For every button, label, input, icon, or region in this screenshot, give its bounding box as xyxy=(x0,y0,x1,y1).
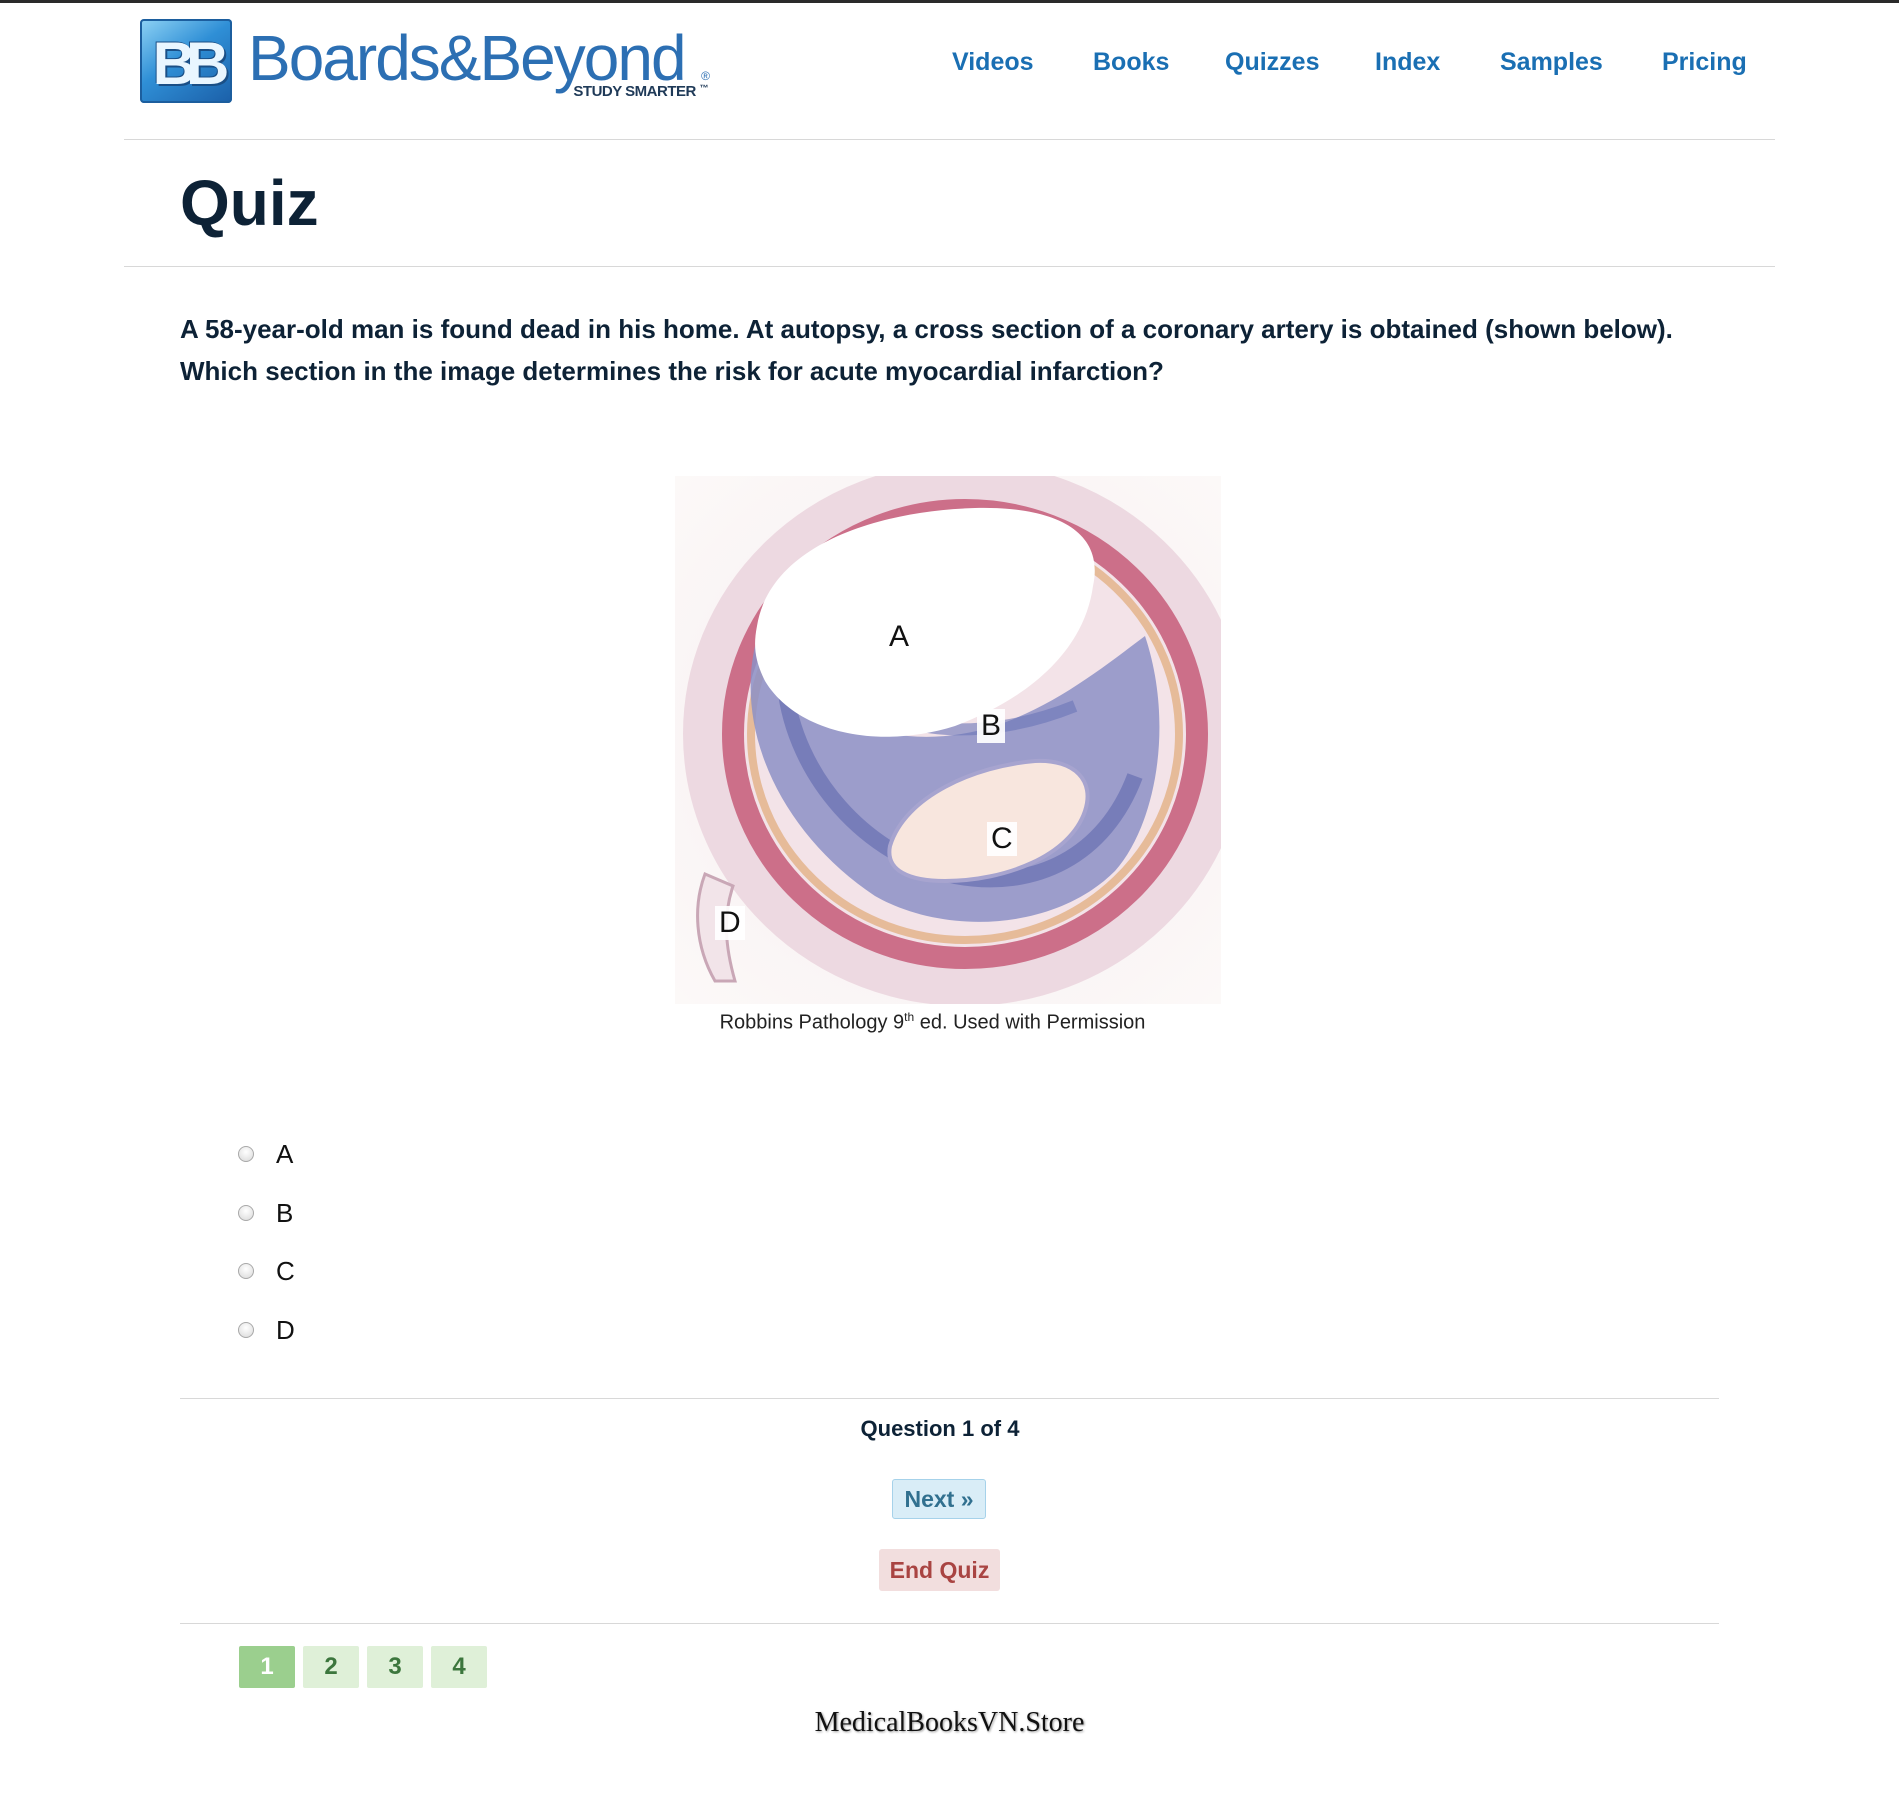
pagination-divider xyxy=(180,1623,1719,1624)
top-border xyxy=(0,0,1899,3)
radio-c[interactable] xyxy=(238,1263,254,1279)
question-pagination: 1 2 3 4 xyxy=(239,1646,495,1688)
option-label: D xyxy=(276,1314,295,1345)
figure-label-a: A xyxy=(885,620,914,654)
radio-b[interactable] xyxy=(238,1205,254,1221)
figure-caption: Robbins Pathology 9th ed. Used with Perm… xyxy=(719,1010,1146,1034)
end-quiz-button[interactable]: End Quiz xyxy=(879,1549,1000,1591)
nav-index[interactable]: Index xyxy=(1375,48,1440,77)
figure-label-d: D xyxy=(715,906,745,940)
logo-mark-icon: BB xyxy=(140,18,232,103)
logo-registered-mark: ® xyxy=(701,68,710,83)
site-logo[interactable]: BB Boards&Beyond ® STUDY SMARTER ™ xyxy=(140,18,710,103)
coronary-artery-figure: A B C D xyxy=(675,476,1221,1004)
option-label: C xyxy=(276,1255,295,1286)
question-text: A 58-year-old man is found dead in his h… xyxy=(180,314,1673,386)
radio-d[interactable] xyxy=(238,1322,254,1338)
answer-option-d[interactable]: D xyxy=(238,1315,295,1345)
page-button-1[interactable]: 1 xyxy=(239,1646,295,1688)
nav-quizzes[interactable]: Quizzes xyxy=(1225,48,1319,77)
nav-samples[interactable]: Samples xyxy=(1500,48,1603,77)
header-divider xyxy=(124,139,1775,140)
option-label: B xyxy=(276,1197,294,1228)
nav-books[interactable]: Books xyxy=(1093,48,1169,77)
page-button-3[interactable]: 3 xyxy=(367,1646,423,1688)
logo-tagline: STUDY SMARTER ™ xyxy=(573,82,708,100)
answer-option-b[interactable]: B xyxy=(238,1198,293,1228)
title-divider xyxy=(124,266,1775,267)
page-button-4[interactable]: 4 xyxy=(431,1646,487,1688)
nav-videos[interactable]: Videos xyxy=(952,48,1034,77)
radio-a[interactable] xyxy=(238,1146,254,1162)
figure-label-b: B xyxy=(977,709,1006,743)
answer-option-a[interactable]: A xyxy=(238,1139,293,1169)
page-button-2[interactable]: 2 xyxy=(303,1646,359,1688)
next-button[interactable]: Next » xyxy=(892,1479,986,1519)
answer-option-c[interactable]: C xyxy=(238,1256,295,1286)
option-label: A xyxy=(276,1138,294,1169)
page-title: Quiz xyxy=(180,167,319,239)
nav-pricing[interactable]: Pricing xyxy=(1662,48,1747,77)
figure-label-c: C xyxy=(987,822,1017,856)
histology-image xyxy=(675,476,1221,1004)
logo-wordmark: Boards&Beyond ® STUDY SMARTER ™ xyxy=(248,19,710,103)
question-counter: Question 1 of 4 xyxy=(860,1416,1020,1441)
options-divider xyxy=(180,1398,1719,1399)
watermark: MedicalBooksVN.Store xyxy=(814,1707,1085,1738)
